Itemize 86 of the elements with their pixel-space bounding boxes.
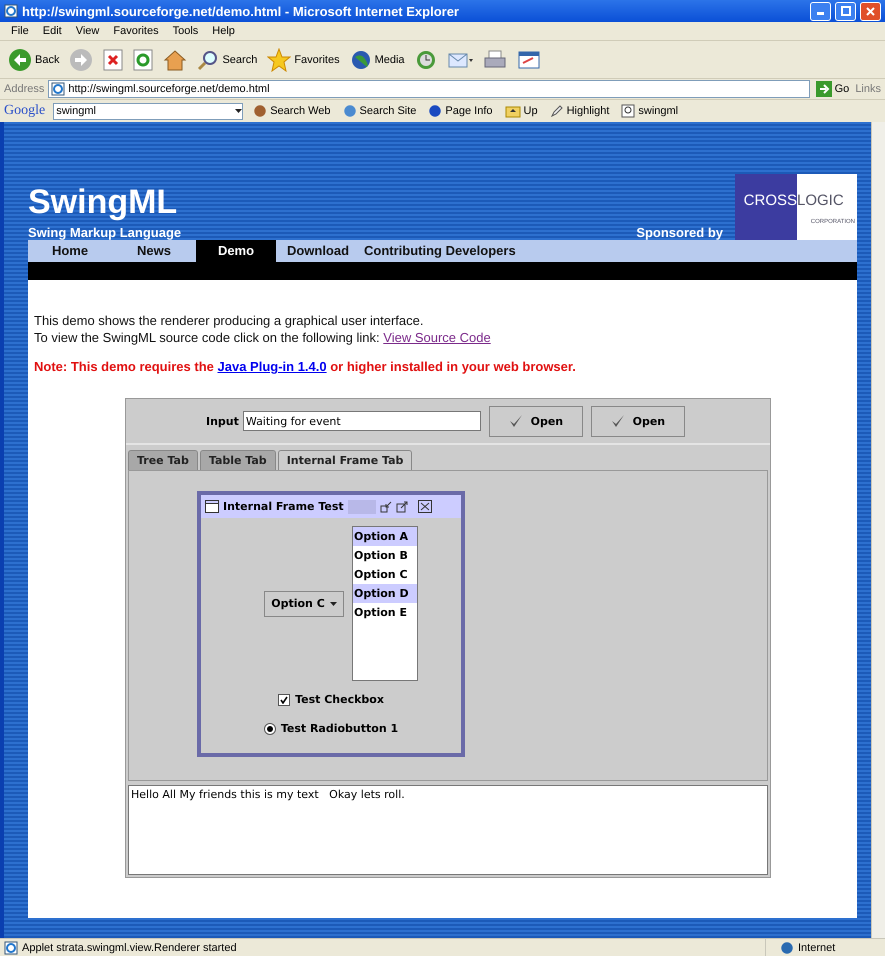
arrow-icon	[816, 81, 832, 97]
google-toolbar-button[interactable]: Search Site	[340, 102, 418, 120]
status-text: Applet strata.swingml.view.Renderer started	[22, 942, 238, 954]
google-toolbar-button[interactable]: Page Info	[426, 102, 495, 120]
source-code-link[interactable]: View Source Code	[383, 330, 491, 345]
links-label[interactable]: Links	[855, 83, 881, 95]
toolbar-button[interactable]	[131, 46, 156, 72]
list-item[interactable]: Option D	[353, 584, 417, 603]
go-button[interactable]: Go	[814, 79, 852, 99]
site-subtitle: Swing Markup Language	[28, 225, 182, 240]
nav-link[interactable]: Demo	[196, 240, 276, 262]
browser-icon	[4, 4, 18, 18]
maximize-icon	[840, 6, 850, 16]
check-icon	[508, 414, 523, 428]
maximize-button[interactable]	[835, 2, 856, 20]
checkbox-label: Test Checkbox	[295, 693, 384, 706]
address-field[interactable]: http://swingml.sourceforge.net/demo.html	[48, 80, 810, 98]
star-icon	[267, 48, 292, 72]
browser-icon	[51, 82, 66, 96]
radio-label: Test Radiobutton 1	[280, 722, 398, 735]
check-icon	[610, 414, 625, 428]
combo-box[interactable]: Option C	[264, 590, 344, 616]
browser-icon	[4, 940, 18, 954]
highlighter-icon	[550, 104, 564, 118]
stop-icon	[103, 48, 124, 70]
minimize-icon[interactable]	[380, 500, 392, 512]
minimize-button[interactable]	[810, 2, 831, 20]
address-label: Address	[4, 83, 44, 95]
window-icon	[205, 500, 219, 513]
folder-up-icon	[504, 104, 521, 118]
menu-item[interactable]: File	[4, 25, 36, 37]
site-title: SwingML	[28, 185, 178, 219]
open-button[interactable]: Open	[488, 406, 583, 436]
input-field[interactable]: Waiting for event	[242, 411, 481, 431]
clock-icon	[414, 48, 437, 70]
tab[interactable]: Table Tab	[200, 450, 276, 470]
google-toolbar-button[interactable]: Search Web	[251, 102, 333, 120]
toolbar-button[interactable]	[101, 46, 126, 72]
java-plugin-link[interactable]: Java Plug-in 1.4.0	[218, 359, 327, 374]
edit-page-icon	[516, 48, 541, 70]
window-title: http://swingml.sourceforge.net/demo.html - Microsoft Internet Explorer	[22, 4, 460, 18]
menu-item[interactable]: Favorites	[106, 25, 166, 37]
nav-link[interactable]: Download	[276, 240, 360, 262]
menu-item[interactable]: Tools	[166, 25, 206, 37]
google-toolbar-button[interactable]: Up	[502, 102, 540, 120]
tab[interactable]: Internal Frame Tab	[278, 450, 412, 470]
sponsor-label: Sponsored by	[636, 225, 723, 240]
search-icon	[197, 48, 220, 70]
caret-icon	[330, 602, 337, 606]
menu-item[interactable]: Help	[205, 25, 242, 37]
nav-link[interactable]: News	[112, 240, 196, 262]
toolbar-button[interactable]: Media	[348, 46, 407, 72]
toolbar-button[interactable]: Search	[195, 46, 260, 72]
open-button[interactable]: Open	[590, 406, 685, 436]
caret-icon	[235, 109, 242, 113]
maximize-icon[interactable]	[396, 500, 408, 512]
google-search-field[interactable]: swingml	[53, 102, 244, 120]
refresh-icon	[133, 48, 154, 70]
scrollbar[interactable]	[871, 122, 885, 938]
list-item[interactable]: Option A	[353, 527, 417, 546]
close-icon	[866, 6, 875, 16]
google-logo[interactable]: Google	[4, 103, 46, 119]
source-text: To view the SwingML source code click on the following link: View Source Code	[34, 329, 492, 346]
toolbar-button[interactable]: Favorites	[265, 46, 342, 74]
nav-link[interactable]: Home	[28, 240, 112, 262]
toolbar-button[interactable]: Back	[6, 46, 62, 74]
intro-text: This demo shows the renderer producing a graphical user interface.	[34, 312, 424, 329]
home-icon	[163, 48, 188, 70]
printer-icon	[482, 48, 507, 70]
nav-link[interactable]: Contributing Developers	[360, 240, 520, 262]
text-area[interactable]: Hello All My friends this is my text Okay lets roll.	[128, 785, 768, 875]
google-toolbar-button[interactable]: Highlight	[548, 102, 612, 120]
page-search-icon	[621, 104, 636, 118]
menu-item[interactable]: View	[68, 25, 106, 37]
zone-label: Internet	[798, 942, 836, 954]
frame-title: Internal Frame Test	[223, 500, 344, 513]
menu-item[interactable]: Edit	[36, 25, 69, 37]
close-icon[interactable]	[418, 500, 432, 513]
input-label: Input	[206, 414, 239, 428]
check-icon	[280, 696, 288, 704]
google-toolbar-button[interactable]: swingml	[619, 102, 680, 120]
checkbox[interactable]	[278, 694, 290, 706]
tab[interactable]: Tree Tab	[128, 450, 198, 470]
close-button[interactable]	[860, 2, 881, 20]
radio-button[interactable]	[264, 722, 276, 734]
plugin-note: Note: This demo requires the Java Plug-in 1.4.0 or higher installed in your web browser.	[34, 359, 577, 374]
